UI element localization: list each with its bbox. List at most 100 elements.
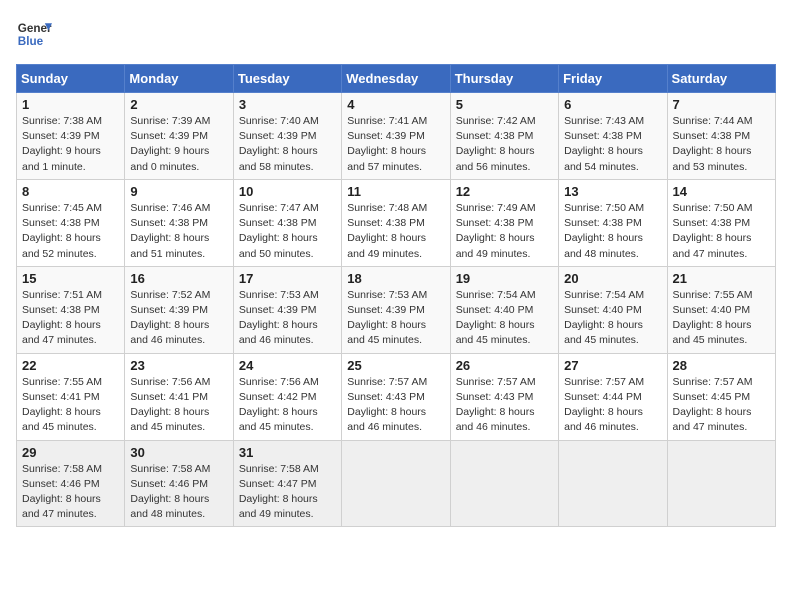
day-number: 14 — [673, 184, 770, 199]
day-number: 18 — [347, 271, 444, 286]
day-number: 8 — [22, 184, 119, 199]
day-info: Sunrise: 7:52 AM Sunset: 4:39 PM Dayligh… — [130, 288, 227, 349]
day-number: 30 — [130, 445, 227, 460]
calendar-cell: 14 Sunrise: 7:50 AM Sunset: 4:38 PM Dayli… — [667, 179, 775, 266]
weekday-header-monday: Monday — [125, 65, 233, 93]
day-info: Sunrise: 7:54 AM Sunset: 4:40 PM Dayligh… — [564, 288, 661, 349]
weekday-header-tuesday: Tuesday — [233, 65, 341, 93]
calendar-cell: 6 Sunrise: 7:43 AM Sunset: 4:38 PM Daylig… — [559, 93, 667, 180]
calendar-cell: 22 Sunrise: 7:55 AM Sunset: 4:41 PM Dayli… — [17, 353, 125, 440]
weekday-header-friday: Friday — [559, 65, 667, 93]
day-info: Sunrise: 7:40 AM Sunset: 4:39 PM Dayligh… — [239, 114, 336, 175]
day-info: Sunrise: 7:44 AM Sunset: 4:38 PM Dayligh… — [673, 114, 770, 175]
logo: General Blue — [16, 16, 52, 52]
calendar-cell: 31Sunrise: 7:58 AM Sunset: 4:47 PM Dayli… — [233, 440, 341, 527]
calendar-cell — [450, 440, 558, 527]
day-info: Sunrise: 7:45 AM Sunset: 4:38 PM Dayligh… — [22, 201, 119, 262]
calendar-cell: 8 Sunrise: 7:45 AM Sunset: 4:38 PM Daylig… — [17, 179, 125, 266]
calendar-cell: 13Sunrise: 7:50 AM Sunset: 4:38 PM Dayli… — [559, 179, 667, 266]
day-number: 29 — [22, 445, 119, 460]
calendar-cell — [559, 440, 667, 527]
day-info: Sunrise: 7:56 AM Sunset: 4:41 PM Dayligh… — [130, 375, 227, 436]
day-number: 10 — [239, 184, 336, 199]
weekday-header-saturday: Saturday — [667, 65, 775, 93]
day-number: 23 — [130, 358, 227, 373]
day-number: 31 — [239, 445, 336, 460]
day-number: 7 — [673, 97, 770, 112]
day-number: 9 — [130, 184, 227, 199]
day-info: Sunrise: 7:50 AM Sunset: 4:38 PM Dayligh… — [673, 201, 770, 262]
weekday-header-wednesday: Wednesday — [342, 65, 450, 93]
day-number: 6 — [564, 97, 661, 112]
calendar-cell: 5 Sunrise: 7:42 AM Sunset: 4:38 PM Daylig… — [450, 93, 558, 180]
calendar-cell: 28Sunrise: 7:57 AM Sunset: 4:45 PM Dayli… — [667, 353, 775, 440]
calendar-cell: 17Sunrise: 7:53 AM Sunset: 4:39 PM Dayli… — [233, 266, 341, 353]
day-number: 3 — [239, 97, 336, 112]
day-number: 21 — [673, 271, 770, 286]
day-number: 1 — [22, 97, 119, 112]
calendar-table: SundayMondayTuesdayWednesdayThursdayFrid… — [16, 64, 776, 527]
calendar-cell: 20Sunrise: 7:54 AM Sunset: 4:40 PM Dayli… — [559, 266, 667, 353]
calendar-cell: 2 Sunrise: 7:39 AM Sunset: 4:39 PM Daylig… — [125, 93, 233, 180]
calendar-week-row: 15 Sunrise: 7:51 AM Sunset: 4:38 PM Dayli… — [17, 266, 776, 353]
calendar-cell: 3 Sunrise: 7:40 AM Sunset: 4:39 PM Daylig… — [233, 93, 341, 180]
day-number: 22 — [22, 358, 119, 373]
calendar-cell: 9Sunrise: 7:46 AM Sunset: 4:38 PM Daylig… — [125, 179, 233, 266]
day-number: 12 — [456, 184, 553, 199]
day-info: Sunrise: 7:39 AM Sunset: 4:39 PM Dayligh… — [130, 114, 227, 175]
calendar-cell: 24 Sunrise: 7:56 AM Sunset: 4:42 PM Dayli… — [233, 353, 341, 440]
day-number: 11 — [347, 184, 444, 199]
day-number: 5 — [456, 97, 553, 112]
weekday-header-thursday: Thursday — [450, 65, 558, 93]
calendar-week-row: 1 Sunrise: 7:38 AM Sunset: 4:39 PM Daylig… — [17, 93, 776, 180]
calendar-cell: 27 Sunrise: 7:57 AM Sunset: 4:44 PM Dayli… — [559, 353, 667, 440]
day-number: 24 — [239, 358, 336, 373]
day-number: 13 — [564, 184, 661, 199]
svg-text:Blue: Blue — [18, 35, 44, 48]
day-info: Sunrise: 7:42 AM Sunset: 4:38 PM Dayligh… — [456, 114, 553, 175]
calendar-cell: 23 Sunrise: 7:56 AM Sunset: 4:41 PM Dayli… — [125, 353, 233, 440]
day-info: Sunrise: 7:56 AM Sunset: 4:42 PM Dayligh… — [239, 375, 336, 436]
day-info: Sunrise: 7:41 AM Sunset: 4:39 PM Dayligh… — [347, 114, 444, 175]
calendar-cell: 26 Sunrise: 7:57 AM Sunset: 4:43 PM Dayli… — [450, 353, 558, 440]
day-info: Sunrise: 7:53 AM Sunset: 4:39 PM Dayligh… — [239, 288, 336, 349]
calendar-cell: 15 Sunrise: 7:51 AM Sunset: 4:38 PM Dayli… — [17, 266, 125, 353]
calendar-cell: 18 Sunrise: 7:53 AM Sunset: 4:39 PM Dayli… — [342, 266, 450, 353]
day-info: Sunrise: 7:55 AM Sunset: 4:40 PM Dayligh… — [673, 288, 770, 349]
calendar-cell: 1 Sunrise: 7:38 AM Sunset: 4:39 PM Daylig… — [17, 93, 125, 180]
calendar-cell: 12 Sunrise: 7:49 AM Sunset: 4:38 PM Dayli… — [450, 179, 558, 266]
day-number: 16 — [130, 271, 227, 286]
calendar-cell: 7 Sunrise: 7:44 AM Sunset: 4:38 PM Daylig… — [667, 93, 775, 180]
day-info: Sunrise: 7:47 AM Sunset: 4:38 PM Dayligh… — [239, 201, 336, 262]
day-info: Sunrise: 7:43 AM Sunset: 4:38 PM Dayligh… — [564, 114, 661, 175]
logo-icon: General Blue — [16, 16, 52, 52]
day-info: Sunrise: 7:49 AM Sunset: 4:38 PM Dayligh… — [456, 201, 553, 262]
day-info: Sunrise: 7:55 AM Sunset: 4:41 PM Dayligh… — [22, 375, 119, 436]
day-info: Sunrise: 7:48 AM Sunset: 4:38 PM Dayligh… — [347, 201, 444, 262]
calendar-cell: 19Sunrise: 7:54 AM Sunset: 4:40 PM Dayli… — [450, 266, 558, 353]
calendar-header: SundayMondayTuesdayWednesdayThursdayFrid… — [17, 65, 776, 93]
calendar-cell: 4 Sunrise: 7:41 AM Sunset: 4:39 PM Daylig… — [342, 93, 450, 180]
day-number: 26 — [456, 358, 553, 373]
calendar-cell: 25 Sunrise: 7:57 AM Sunset: 4:43 PM Dayli… — [342, 353, 450, 440]
day-number: 15 — [22, 271, 119, 286]
calendar-cell: 10 Sunrise: 7:47 AM Sunset: 4:38 PM Dayli… — [233, 179, 341, 266]
calendar-cell — [342, 440, 450, 527]
day-info: Sunrise: 7:38 AM Sunset: 4:39 PM Dayligh… — [22, 114, 119, 175]
day-info: Sunrise: 7:57 AM Sunset: 4:44 PM Dayligh… — [564, 375, 661, 436]
weekday-header-sunday: Sunday — [17, 65, 125, 93]
calendar-cell: 29Sunrise: 7:58 AM Sunset: 4:46 PM Dayli… — [17, 440, 125, 527]
calendar-cell: 21 Sunrise: 7:55 AM Sunset: 4:40 PM Dayli… — [667, 266, 775, 353]
day-number: 4 — [347, 97, 444, 112]
day-info: Sunrise: 7:53 AM Sunset: 4:39 PM Dayligh… — [347, 288, 444, 349]
day-number: 25 — [347, 358, 444, 373]
day-info: Sunrise: 7:54 AM Sunset: 4:40 PM Dayligh… — [456, 288, 553, 349]
day-info: Sunrise: 7:58 AM Sunset: 4:46 PM Dayligh… — [130, 462, 227, 523]
day-number: 27 — [564, 358, 661, 373]
day-info: Sunrise: 7:57 AM Sunset: 4:43 PM Dayligh… — [456, 375, 553, 436]
day-number: 2 — [130, 97, 227, 112]
calendar-week-row: 8 Sunrise: 7:45 AM Sunset: 4:38 PM Daylig… — [17, 179, 776, 266]
day-info: Sunrise: 7:57 AM Sunset: 4:43 PM Dayligh… — [347, 375, 444, 436]
calendar-cell: 11 Sunrise: 7:48 AM Sunset: 4:38 PM Dayli… — [342, 179, 450, 266]
day-info: Sunrise: 7:51 AM Sunset: 4:38 PM Dayligh… — [22, 288, 119, 349]
